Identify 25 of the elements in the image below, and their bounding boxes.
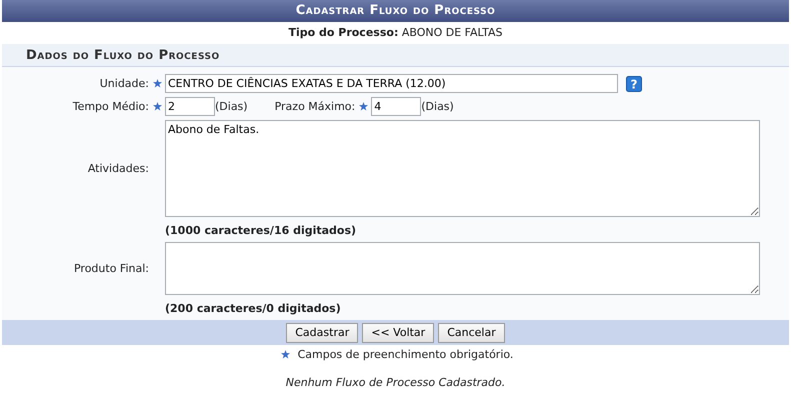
character-counter: (1000 caracteres/16 digitados) [165, 224, 356, 237]
required-note: Campos de preenchimento obrigatório. [298, 348, 514, 362]
field-value: ABONO DE FALTAS [402, 26, 503, 39]
unit-label: (Dias) [215, 100, 248, 114]
field-label: Tipo do Processo: [288, 26, 398, 39]
character-counter: (200 caracteres/0 digitados) [165, 302, 341, 316]
empty-message: Nenhum Fluxo de Processo Cadastrado. [286, 376, 506, 389]
form-button[interactable]: << Voltar [362, 322, 434, 343]
field-label: Produto Final: [72, 262, 149, 276]
field-label: Prazo Máximo: [274, 100, 356, 114]
required-star-icon [281, 350, 290, 360]
field-label: Tempo Médio: [72, 100, 149, 114]
form-title: Cadastrar Fluxo do Processo [2, 0, 789, 22]
form-button[interactable]: Cancelar [438, 322, 505, 343]
field-label: Unidade: [98, 76, 149, 90]
unit-label: (Dias) [421, 100, 454, 114]
number-field[interactable]: 4 [371, 97, 422, 116]
field-label: Atividades: [86, 162, 149, 176]
unit-field[interactable]: CENTRO DE CIÊNCIAS EXATAS E DA TERRA (12.00) [165, 74, 618, 93]
section-title: Dados do Fluxo do Processo [2, 44, 789, 67]
text-area[interactable] [165, 242, 760, 296]
text-area[interactable]: Abono de Faltas. [165, 120, 760, 217]
form-button[interactable]: Cadastrar [286, 322, 358, 343]
number-field[interactable]: 2 [165, 97, 215, 116]
help-icon[interactable]: ? [626, 76, 642, 92]
